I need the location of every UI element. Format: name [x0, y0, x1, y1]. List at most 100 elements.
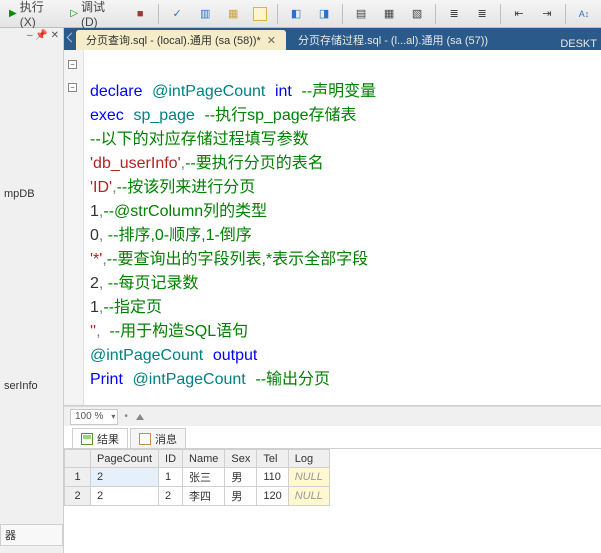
code-gutter: − −: [64, 50, 84, 405]
cell-sex[interactable]: 男: [225, 487, 257, 506]
cell-id[interactable]: 2: [159, 487, 183, 506]
increase-indent-button[interactable]: ⇥: [534, 3, 560, 25]
rownum-header: [65, 450, 91, 468]
comment: --要查询出的字段列表,*表示全部字段: [107, 251, 368, 268]
kw-declare: declare: [90, 83, 142, 100]
comment: --指定页: [103, 299, 162, 316]
toolbar: ▶ 执行(X) ▷ 调试(D) ■ ✓ ▥ ▦ ◧ ◨ ▤ ▦ ▧ ≣ ≣ ⇤ …: [0, 0, 601, 28]
outdent-icon: ⇤: [511, 6, 527, 22]
actual-plan-icon: ◧: [288, 6, 304, 22]
results-header-row: PageCount ID Name Sex Tel Log: [65, 450, 330, 468]
col-sex[interactable]: Sex: [225, 450, 257, 468]
str-db-userinfo: 'db_userInfo': [90, 155, 181, 172]
cell-sex[interactable]: 男: [225, 468, 257, 487]
grid-icon: ▦: [381, 6, 397, 22]
var-intpagecount: @intPageCount: [90, 347, 203, 364]
cell-id[interactable]: 1: [159, 468, 183, 487]
zoom-dropdown[interactable]: 100 %: [70, 409, 118, 425]
cell-name[interactable]: 李四: [183, 487, 225, 506]
tree-item-serinfo[interactable]: serInfo: [0, 378, 63, 394]
splitter-handle-icon[interactable]: [136, 414, 144, 420]
stop-debug-button[interactable]: ■: [127, 3, 153, 25]
tab-stored-proc[interactable]: 分页存储过程.sql - (l...al).通用 (sa (57)): [288, 30, 498, 50]
cell-log[interactable]: NULL: [288, 468, 329, 487]
messages-icon: [139, 433, 151, 445]
results-to-file-button[interactable]: ▧: [404, 3, 430, 25]
list-icon: [253, 7, 267, 21]
play-icon: ▶: [9, 8, 17, 19]
col-name[interactable]: Name: [183, 450, 225, 468]
debug-button[interactable]: ▷ 调试(D): [65, 3, 125, 25]
document-tabbar: 分页查询.sql - (local).通用 (sa (58))* ✕ 分页存储过…: [64, 28, 601, 50]
uncomment-icon: ≣: [474, 6, 490, 22]
num: 0: [90, 227, 99, 244]
var-intpagecount: @intPageCount: [152, 83, 265, 100]
comment: --要执行分页的表名: [185, 155, 324, 172]
num: 2: [90, 275, 99, 292]
kw-output: output: [213, 347, 257, 364]
cell-pagecount[interactable]: 2: [91, 468, 159, 487]
execute-button[interactable]: ▶ 执行(X): [4, 3, 63, 25]
toolbar-separator: [277, 4, 278, 24]
file-icon: ▧: [409, 6, 425, 22]
toolbar-separator: [565, 4, 566, 24]
fold-icon[interactable]: −: [68, 60, 77, 69]
results-grid[interactable]: PageCount ID Name Sex Tel Log 1 2 1 张三 男…: [64, 449, 330, 506]
uncomment-button[interactable]: ≣: [469, 3, 495, 25]
plan-icon: ▥: [197, 6, 213, 22]
query-options-button[interactable]: ▦: [220, 3, 246, 25]
comment: --声明变量: [302, 83, 377, 100]
include-stats-button[interactable]: ◨: [311, 3, 337, 25]
col-id[interactable]: ID: [159, 450, 183, 468]
estimated-plan-button[interactable]: ▥: [192, 3, 218, 25]
str-id: 'ID': [90, 179, 112, 196]
comment-icon: ≣: [446, 6, 462, 22]
decrease-indent-button[interactable]: ⇤: [506, 3, 532, 25]
check-icon: ✓: [169, 6, 185, 22]
comment-button[interactable]: ≣: [441, 3, 467, 25]
cell-pagecount[interactable]: 2: [91, 487, 159, 506]
results-to-grid-button[interactable]: ▦: [376, 3, 402, 25]
comment: --按该列来进行分页: [117, 179, 256, 196]
tab-active-query[interactable]: 分页查询.sql - (local).通用 (sa (58))* ✕: [76, 30, 286, 50]
table-row[interactable]: 2 2 2 李四 男 120 NULL: [65, 487, 330, 506]
cell-tel[interactable]: 120: [257, 487, 288, 506]
cell-log[interactable]: NULL: [288, 487, 329, 506]
col-log[interactable]: Log: [288, 450, 329, 468]
col-pagecount[interactable]: PageCount: [91, 450, 159, 468]
include-plan-button[interactable]: ◧: [283, 3, 309, 25]
tree-item-mpdb[interactable]: mpDB: [0, 186, 63, 202]
table-row[interactable]: 1 2 1 张三 男 110 NULL: [65, 468, 330, 487]
results-grid-wrap: PageCount ID Name Sex Tel Log 1 2 1 张三 男…: [64, 448, 601, 553]
tree-item-qi[interactable]: 器: [0, 524, 63, 546]
col-tel[interactable]: Tel: [257, 450, 288, 468]
cell-tel[interactable]: 110: [257, 468, 288, 487]
proc-sp-page: sp_page: [133, 107, 194, 124]
num: 1: [90, 299, 99, 316]
specify-values-button[interactable]: A↕: [571, 3, 597, 25]
comment: --排序,0-顺序,1-倒序: [103, 227, 251, 244]
cell-name[interactable]: 张三: [183, 468, 225, 487]
close-icon[interactable]: ✕: [267, 34, 276, 47]
tab-messages[interactable]: 消息: [130, 428, 186, 448]
toolbar-separator: [435, 4, 436, 24]
tab-results[interactable]: 结果: [72, 428, 128, 448]
execute-label: 执行(X): [20, 0, 59, 29]
kw-exec: exec: [90, 107, 124, 124]
parse-button[interactable]: ✓: [164, 3, 190, 25]
fold-icon[interactable]: −: [68, 83, 77, 92]
code-editor[interactable]: − − declare @intPageCount int --声明变量 exe…: [64, 50, 601, 406]
object-explorer-panel: ‒ 📌 ✕ mpDB serInfo 器: [0, 28, 64, 553]
tab-messages-label: 消息: [155, 431, 177, 447]
comment: --@strColumn列的类型: [103, 203, 267, 220]
tab-label: 分页查询.sql - (local).通用 (sa (58))*: [86, 32, 261, 48]
results-grid-icon: [81, 433, 93, 445]
toolbar-separator: [500, 4, 501, 24]
editor-main: 分页查询.sql - (local).通用 (sa (58))* ✕ 分页存储过…: [64, 28, 601, 553]
panel-pin-controls[interactable]: ‒ 📌 ✕: [27, 30, 59, 41]
results-to-text-button[interactable]: ▤: [348, 3, 374, 25]
code-content[interactable]: declare @intPageCount int --声明变量 exec sp…: [84, 50, 376, 405]
intellisense-button[interactable]: [248, 3, 272, 25]
stats-icon: ◨: [316, 6, 332, 22]
stop-icon: ■: [132, 6, 148, 22]
